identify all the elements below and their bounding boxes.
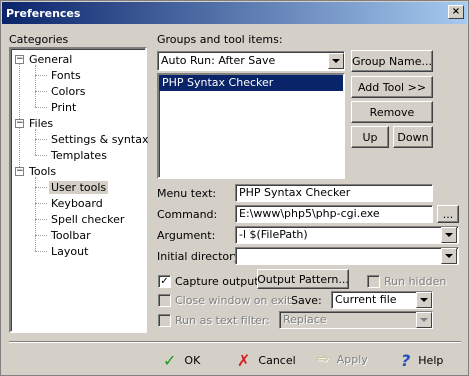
collapse-tools-icon[interactable]: − bbox=[15, 167, 24, 176]
group-select[interactable]: Auto Run: After Save bbox=[157, 51, 345, 71]
filter-select-chevron-down-icon[interactable] bbox=[416, 312, 432, 328]
browse-button[interactable]: ... bbox=[437, 205, 459, 223]
command-label: Command: bbox=[157, 208, 218, 221]
up-button[interactable]: Up bbox=[351, 126, 389, 148]
menu-text-label: Menu text: bbox=[157, 187, 217, 200]
groups-heading: Groups and tool items: bbox=[157, 33, 283, 46]
cross-icon: ✗ bbox=[237, 351, 251, 370]
tree-item-fonts[interactable]: Fonts bbox=[51, 69, 81, 82]
initial-directory-chevron-down-icon[interactable] bbox=[441, 248, 457, 264]
categories-heading: Categories bbox=[9, 33, 69, 46]
help-button[interactable]: ? Help bbox=[401, 351, 443, 370]
tree-item-toolbar[interactable]: Toolbar bbox=[51, 229, 91, 242]
remove-button[interactable]: Remove bbox=[351, 101, 433, 123]
close-window-label: Close window on exit bbox=[175, 294, 292, 307]
tree-item-templates[interactable]: Templates bbox=[51, 149, 107, 162]
argument-field[interactable]: -l $(FilePath) bbox=[235, 226, 459, 244]
apply-label: Apply bbox=[336, 352, 368, 366]
tree-item-print[interactable]: Print bbox=[51, 101, 76, 114]
group-name-button[interactable]: Group Name... bbox=[351, 50, 433, 72]
ok-button[interactable]: ✓ OK bbox=[163, 351, 200, 370]
cancel-label: Cancel bbox=[258, 354, 296, 367]
menu-text-field[interactable]: PHP Syntax Checker bbox=[235, 184, 433, 202]
run-hidden-label: Run hidden bbox=[384, 275, 447, 288]
tool-items-list[interactable]: PHP Syntax Checker bbox=[157, 73, 345, 179]
preferences-dialog: Preferences × Categories − General Fonts… bbox=[0, 0, 469, 376]
tree-item-settings-syntax[interactable]: Settings & syntax bbox=[51, 133, 148, 146]
checkmark-icon: ✓ bbox=[163, 351, 177, 370]
tree-item-user-tools[interactable]: User tools bbox=[49, 181, 109, 194]
add-tool-button[interactable]: Add Tool >> bbox=[351, 76, 433, 98]
capture-output-checkbox[interactable]: ✓ bbox=[158, 275, 171, 288]
tree-item-colors[interactable]: Colors bbox=[51, 85, 85, 98]
window-title: Preferences bbox=[6, 6, 81, 20]
run-as-filter-label: Run as text filter: bbox=[175, 314, 270, 327]
argument-label: Argument: bbox=[157, 229, 216, 242]
argument-chevron-down-icon[interactable] bbox=[441, 227, 457, 243]
categories-tree[interactable]: − General Fonts Colors Print − Files Set… bbox=[9, 47, 148, 333]
command-field[interactable]: E:\www\php5\php-cgi.exe bbox=[235, 205, 433, 223]
close-icon[interactable]: × bbox=[448, 5, 464, 19]
title-bar: Preferences × bbox=[2, 2, 467, 24]
tree-item-tools[interactable]: Tools bbox=[29, 165, 56, 178]
tree-item-keyboard[interactable]: Keyboard bbox=[51, 197, 103, 210]
collapse-general-icon[interactable]: − bbox=[15, 55, 24, 64]
save-select-chevron-down-icon[interactable] bbox=[416, 292, 432, 308]
help-label: Help bbox=[418, 354, 444, 367]
close-window-checkbox[interactable] bbox=[158, 294, 171, 307]
initial-directory-field[interactable] bbox=[235, 247, 459, 265]
group-select-chevron-down-icon[interactable] bbox=[328, 53, 344, 69]
collapse-files-icon[interactable]: − bbox=[15, 119, 24, 128]
capture-output-label: Capture output bbox=[175, 275, 259, 288]
apply-button[interactable]: ⇨ Apply bbox=[317, 351, 368, 367]
down-button[interactable]: Down bbox=[393, 126, 433, 148]
tree-item-layout[interactable]: Layout bbox=[51, 245, 88, 258]
run-hidden-checkbox[interactable] bbox=[367, 275, 380, 288]
initial-directory-label: Initial directory: bbox=[157, 250, 244, 263]
list-item[interactable]: PHP Syntax Checker bbox=[159, 75, 343, 91]
output-pattern-button[interactable]: Output Pattern... bbox=[257, 269, 349, 289]
footer-divider bbox=[9, 341, 461, 343]
save-label: Save: bbox=[291, 294, 322, 307]
filter-select[interactable]: Replace bbox=[279, 311, 433, 329]
arrow-right-icon: ⇨ bbox=[317, 351, 329, 367]
help-icon: ? bbox=[401, 351, 411, 370]
tree-item-spell-checker[interactable]: Spell checker bbox=[51, 213, 124, 226]
run-as-filter-checkbox[interactable] bbox=[158, 314, 171, 327]
tree-item-files[interactable]: Files bbox=[29, 117, 53, 130]
ok-label: OK bbox=[184, 354, 201, 367]
cancel-button[interactable]: ✗ Cancel bbox=[237, 351, 296, 370]
